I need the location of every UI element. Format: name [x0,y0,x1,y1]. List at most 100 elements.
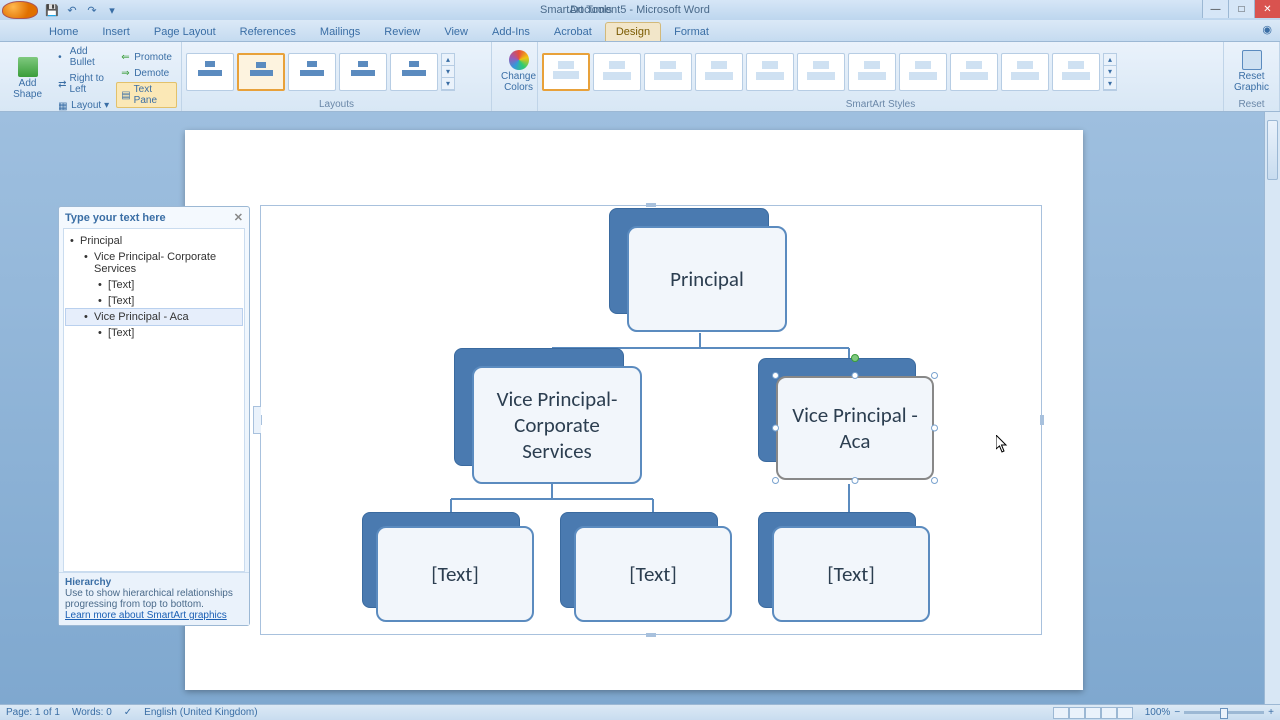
office-button[interactable] [2,1,38,19]
title-bar: 💾 ↶ ↷ ▾ Document5 - Microsoft Word Smart… [0,0,1280,20]
scrollbar-thumb[interactable] [1267,120,1278,180]
minimize-button[interactable]: — [1202,0,1228,18]
view-fullscreen[interactable] [1069,707,1085,719]
text-pane-close-icon[interactable]: ✕ [234,211,243,224]
tab-home[interactable]: Home [38,22,89,41]
org-node-leaf[interactable]: [Text] [376,526,534,622]
resize-handle[interactable] [931,477,938,484]
view-print-layout[interactable] [1053,707,1069,719]
tab-page-layout[interactable]: Page Layout [143,22,227,41]
zoom-control: 100% − + [1145,707,1274,718]
style-option-10[interactable] [1001,53,1049,91]
maximize-button[interactable]: □ [1228,0,1254,18]
tab-design[interactable]: Design [605,22,661,41]
layout-option-2[interactable] [237,53,285,91]
layout-option-4[interactable] [339,53,387,91]
view-draft[interactable] [1117,707,1133,719]
style-option-5[interactable] [746,53,794,91]
zoom-slider[interactable] [1184,711,1264,714]
text-pane: Type your text here ✕ Principal Vice Pri… [58,206,250,626]
list-item: Principal [66,233,242,249]
vertical-scrollbar[interactable] [1264,112,1280,704]
rtl-button[interactable]: ⇄Right to Left [53,71,114,97]
tab-review[interactable]: Review [373,22,431,41]
add-bullet-button[interactable]: •Add Bullet [53,44,114,70]
text-pane-list[interactable]: Principal Vice Principal- Corporate Serv… [63,228,245,572]
style-option-2[interactable] [593,53,641,91]
status-bar: Page: 1 of 1 Words: 0 ✓ English (United … [0,704,1280,720]
resize-handle[interactable] [852,477,859,484]
text-pane-toggle[interactable]: ▤Text Pane [116,82,177,108]
list-item: [Text] [66,293,242,309]
styles-more[interactable]: ▴▾▾ [1103,53,1117,91]
org-node-vp1[interactable]: Vice Principal- Corporate Services [472,366,642,484]
style-option-7[interactable] [848,53,896,91]
undo-icon[interactable]: ↶ [64,2,80,18]
learn-more-link[interactable]: Learn more about SmartArt graphics [65,610,227,621]
proofing-icon[interactable]: ✓ [124,707,132,718]
style-option-6[interactable] [797,53,845,91]
save-icon[interactable]: 💾 [44,2,60,18]
resize-handle[interactable] [931,425,938,432]
org-node-principal[interactable]: Principal [627,226,787,332]
smartart-canvas[interactable]: Principal Vice Principal- Corporate Serv… [260,205,1042,635]
status-words[interactable]: Words: 0 [72,707,112,718]
tab-mailings[interactable]: Mailings [309,22,371,41]
zoom-out-button[interactable]: − [1174,707,1180,718]
list-item: Vice Principal- Corporate Services [66,249,242,277]
reset-graphic-button[interactable]: Reset Graphic [1228,47,1275,96]
layout-option-3[interactable] [288,53,336,91]
colors-icon [509,50,529,70]
style-option-9[interactable] [950,53,998,91]
demote-button[interactable]: ⇒Demote [116,66,177,81]
tab-acrobat[interactable]: Acrobat [543,22,603,41]
document-workspace: Type your text here ✕ Principal Vice Pri… [0,112,1280,704]
context-tab-title: SmartArt Tools [540,4,612,16]
layout-option-5[interactable] [390,53,438,91]
layout-option-1[interactable] [186,53,234,91]
status-language[interactable]: English (United Kingdom) [144,707,257,718]
org-node-leaf[interactable]: [Text] [574,526,732,622]
text-pane-toggle-tab[interactable] [253,406,261,434]
view-web[interactable] [1085,707,1101,719]
resize-handle[interactable] [646,633,656,637]
list-item: [Text] [66,325,242,341]
add-shape-button[interactable]: Add Shape [4,54,51,103]
tab-addins[interactable]: Add-Ins [481,22,541,41]
style-option-8[interactable] [899,53,947,91]
resize-handle[interactable] [772,372,779,379]
layout-button[interactable]: ▦Layout ▾ [53,98,114,113]
resize-handle[interactable] [931,372,938,379]
style-option-3[interactable] [644,53,692,91]
resize-handle[interactable] [772,477,779,484]
quick-access-toolbar: 💾 ↶ ↷ ▾ [44,2,120,18]
add-shape-icon [18,57,38,77]
layouts-more[interactable]: ▴▾▾ [441,53,455,91]
qat-more-icon[interactable]: ▾ [104,2,120,18]
close-button[interactable]: ✕ [1254,0,1280,18]
resize-handle[interactable] [646,203,656,207]
promote-button[interactable]: ⇐Promote [116,50,177,65]
org-node-vp2[interactable]: Vice Principal - Aca [776,376,934,480]
change-colors-button[interactable]: Change Colors [496,47,541,96]
resize-handle[interactable] [772,425,779,432]
resize-handle[interactable] [852,372,859,379]
org-node-leaf[interactable]: [Text] [772,526,930,622]
rotate-handle[interactable] [851,354,859,362]
style-option-4[interactable] [695,53,743,91]
tab-format[interactable]: Format [663,22,720,41]
help-icon[interactable]: ◉ [1262,23,1272,36]
view-outline[interactable] [1101,707,1117,719]
style-option-11[interactable] [1052,53,1100,91]
list-item: [Text] [66,277,242,293]
status-page[interactable]: Page: 1 of 1 [6,707,60,718]
tab-references[interactable]: References [229,22,307,41]
ribbon-tabs: Home Insert Page Layout References Maili… [0,20,1280,42]
tab-view[interactable]: View [433,22,479,41]
style-option-1[interactable] [542,53,590,91]
zoom-level[interactable]: 100% [1145,707,1171,718]
redo-icon[interactable]: ↷ [84,2,100,18]
resize-handle[interactable] [1040,415,1044,425]
tab-insert[interactable]: Insert [91,22,141,41]
zoom-in-button[interactable]: + [1268,707,1274,718]
